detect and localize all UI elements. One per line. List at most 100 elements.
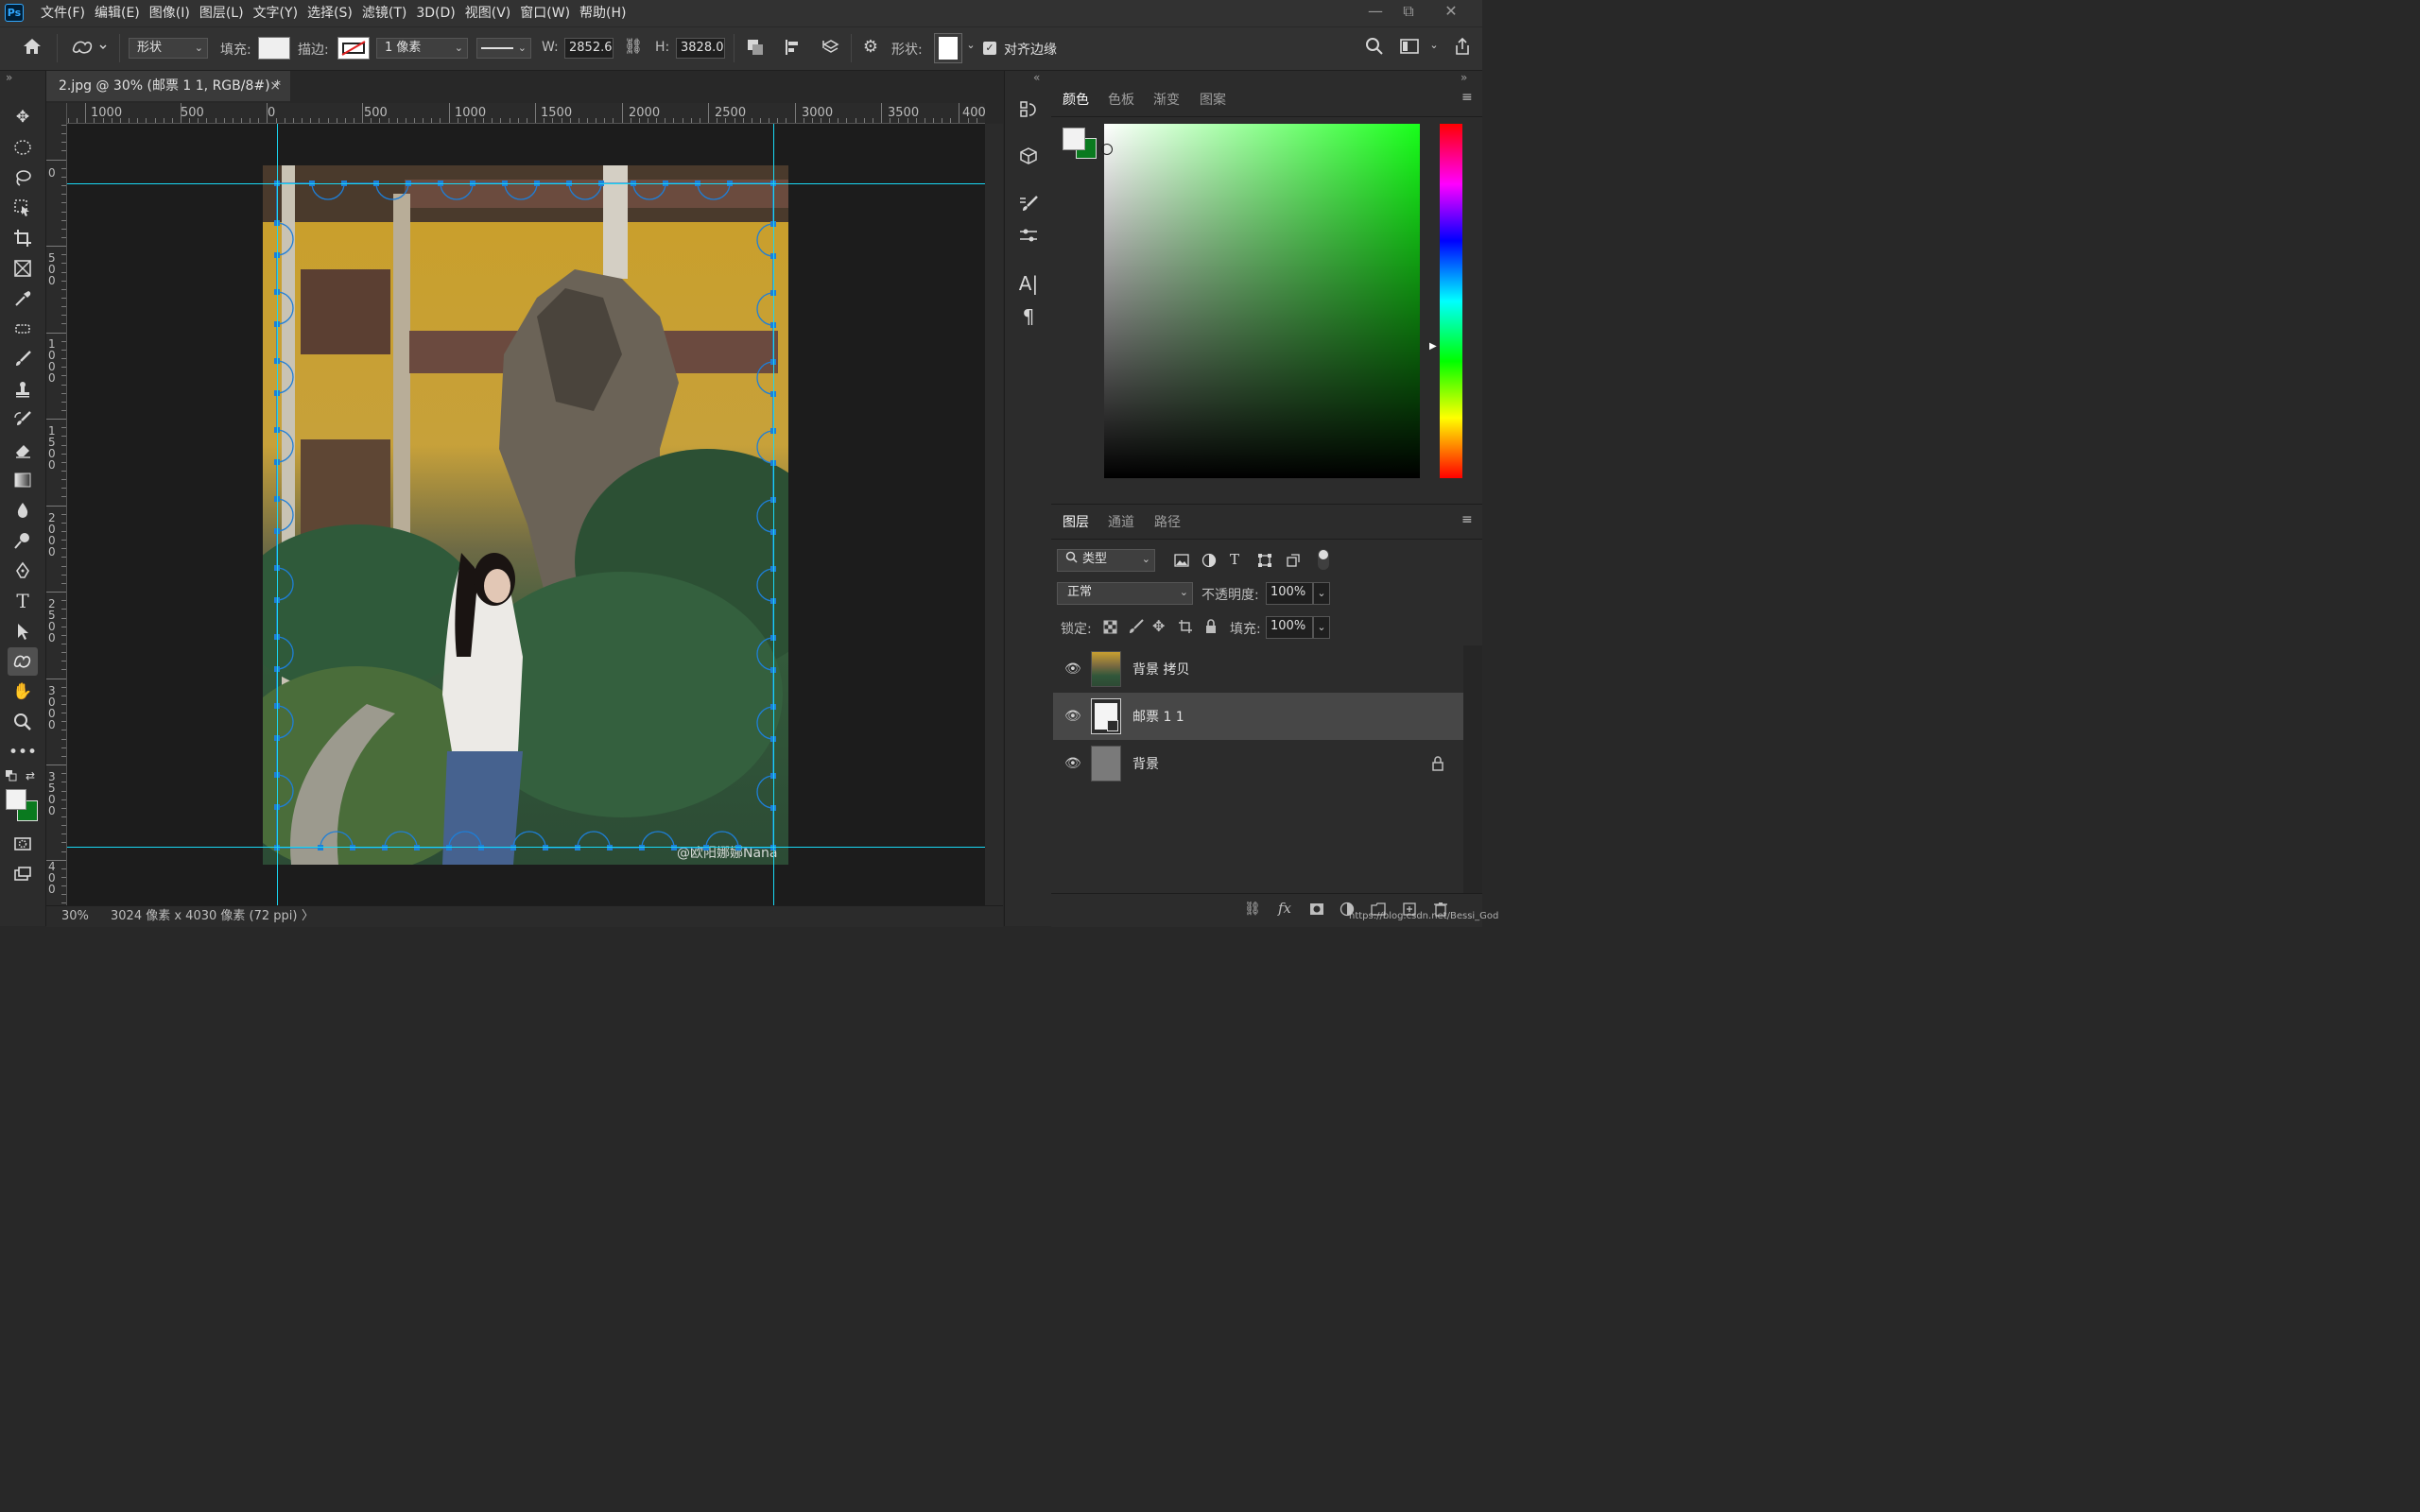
path-alignment-icon[interactable] [781, 37, 805, 60]
marquee-tool-icon[interactable] [8, 133, 38, 162]
stroke-type-select[interactable]: ⌄ [476, 38, 531, 59]
layer-row-selected[interactable]: 👁 邮票 1 1 [1053, 693, 1463, 740]
menu-file[interactable]: 文件(F) [36, 0, 90, 26]
foreground-color-swatch[interactable] [6, 789, 26, 810]
shape-picker[interactable] [934, 33, 962, 63]
tab-gradients[interactable]: 渐变 [1153, 90, 1180, 109]
layer-name[interactable]: 邮票 1 1 [1132, 707, 1184, 726]
tab-channels[interactable]: 通道 [1108, 512, 1134, 531]
brushes-panel-icon[interactable] [1014, 222, 1043, 250]
object-selection-tool-icon[interactable] [8, 194, 38, 222]
color-field[interactable] [1101, 124, 1420, 478]
guide-horizontal[interactable] [67, 183, 985, 184]
ruler-origin[interactable] [46, 103, 67, 124]
share-icon[interactable] [1449, 37, 1476, 60]
fill-field[interactable]: 100% [1266, 616, 1313, 639]
visibility-eye-icon[interactable]: 👁 [1064, 709, 1081, 724]
link-icon[interactable]: ⛓ [623, 37, 644, 60]
path-selection-tool-icon[interactable] [8, 617, 38, 645]
close-window-button[interactable]: ✕ [1434, 0, 1468, 23]
layer-name[interactable]: 背景 拷贝 [1132, 660, 1189, 679]
layer-filter-select[interactable]: 类型 ⌄ [1057, 549, 1155, 572]
search-icon[interactable] [1361, 37, 1388, 60]
menu-layer[interactable]: 图层(L) [195, 0, 249, 26]
menu-help[interactable]: 帮助(H) [575, 0, 631, 26]
expand-panel-icon[interactable]: » [6, 71, 12, 84]
fill-dropdown-icon[interactable]: ⌄ [1313, 616, 1330, 639]
gear-icon[interactable]: ⚙ [857, 37, 884, 60]
dodge-tool-icon[interactable] [8, 526, 38, 555]
frame-tool-icon[interactable] [8, 254, 38, 283]
panel-menu-icon[interactable]: ≡ [1461, 512, 1473, 527]
guide-horizontal[interactable] [67, 847, 985, 848]
lasso-tool-icon[interactable] [8, 163, 38, 192]
menu-filter[interactable]: 滤镜(T) [357, 0, 411, 26]
add-mask-icon[interactable] [1309, 902, 1324, 917]
path-arrangement-icon[interactable] [819, 37, 843, 60]
hue-slider[interactable] [1440, 124, 1462, 478]
document-tab[interactable]: 2.jpg @ 30% (邮票 1 1, RGB/8#) * × [46, 71, 290, 101]
lock-pixels-icon[interactable] [1129, 619, 1144, 634]
opacity-dropdown-icon[interactable]: ⌄ [1313, 582, 1330, 605]
fill-swatch[interactable] [258, 37, 290, 60]
menu-edit[interactable]: 编辑(E) [90, 0, 145, 26]
clone-stamp-tool-icon[interactable] [8, 375, 38, 404]
screen-mode-icon[interactable] [8, 860, 38, 888]
foreground-color-swatch[interactable] [1063, 128, 1085, 150]
home-icon[interactable] [19, 37, 45, 60]
filter-pixel-icon[interactable] [1174, 553, 1189, 568]
eyedropper-tool-icon[interactable] [8, 284, 38, 313]
quick-mask-icon[interactable] [8, 830, 38, 858]
more-tools-icon[interactable]: ••• [8, 738, 38, 766]
paragraph-panel-icon[interactable]: ¶ [1014, 302, 1043, 331]
filter-shape-icon[interactable] [1257, 553, 1272, 568]
path-operations-icon[interactable] [743, 37, 768, 60]
zoom-level[interactable]: 30% [61, 906, 89, 927]
opacity-field[interactable]: 100% [1266, 582, 1313, 605]
stroke-width-select[interactable]: 1 像素 ⌄ [376, 38, 468, 59]
menu-window[interactable]: 窗口(W) [515, 0, 575, 26]
menu-3d[interactable]: 3D(D) [411, 0, 459, 26]
filter-type-icon[interactable]: T [1230, 551, 1239, 568]
chevron-down-icon[interactable]: ⌄ [1427, 39, 1441, 58]
layer-row[interactable]: 👁 背景 [1053, 740, 1463, 787]
lock-transparent-icon[interactable] [1103, 620, 1117, 634]
stroke-swatch[interactable] [337, 37, 370, 60]
type-tool-icon[interactable]: T [8, 587, 38, 615]
blur-tool-icon[interactable] [8, 496, 38, 524]
swap-colors-icon[interactable]: ⇄ [26, 769, 35, 782]
layer-row[interactable]: 👁 背景 拷贝 [1053, 645, 1463, 693]
tab-layers[interactable]: 图层 [1063, 512, 1089, 531]
healing-brush-tool-icon[interactable] [8, 315, 38, 343]
tab-paths[interactable]: 路径 [1154, 512, 1181, 531]
brush-tool-icon[interactable] [8, 345, 38, 373]
restore-button[interactable]: ⧉ [1392, 0, 1426, 23]
history-brush-tool-icon[interactable] [8, 405, 38, 434]
align-edges-checkbox[interactable]: ✓ [983, 42, 996, 55]
tool-mode-select[interactable]: 形状 ⌄ [129, 38, 208, 59]
history-panel-icon[interactable] [1014, 95, 1043, 124]
tab-patterns[interactable]: 图案 [1200, 90, 1226, 109]
fx-icon[interactable]: fx [1278, 900, 1291, 917]
zoom-tool-icon[interactable] [8, 708, 38, 736]
menu-view[interactable]: 视图(V) [460, 0, 516, 26]
blend-mode-select[interactable]: 正常 ⌄ [1057, 582, 1193, 605]
lock-all-icon[interactable] [1203, 619, 1219, 634]
layer-name[interactable]: 背景 [1132, 754, 1159, 773]
menu-image[interactable]: 图像(I) [145, 0, 195, 26]
document-canvas[interactable]: @欧阳娜娜Nana [67, 124, 985, 907]
hand-tool-icon[interactable]: ✋ [8, 678, 38, 706]
filter-adjustment-icon[interactable] [1201, 553, 1217, 568]
visibility-eye-icon[interactable]: 👁 [1064, 756, 1081, 771]
default-colors-icon[interactable] [6, 770, 17, 782]
3d-panel-icon[interactable] [1014, 143, 1043, 171]
close-tab-icon[interactable]: × [269, 71, 281, 101]
menu-type[interactable]: 文字(Y) [249, 0, 302, 26]
width-field[interactable]: 2852.6 [564, 38, 614, 59]
panel-menu-icon[interactable]: ≡ [1461, 90, 1473, 105]
tab-color[interactable]: 颜色 [1063, 90, 1089, 109]
visibility-eye-icon[interactable]: 👁 [1064, 662, 1081, 677]
gradient-tool-icon[interactable] [8, 466, 38, 494]
crop-tool-icon[interactable] [8, 224, 38, 252]
eraser-tool-icon[interactable] [8, 436, 38, 464]
